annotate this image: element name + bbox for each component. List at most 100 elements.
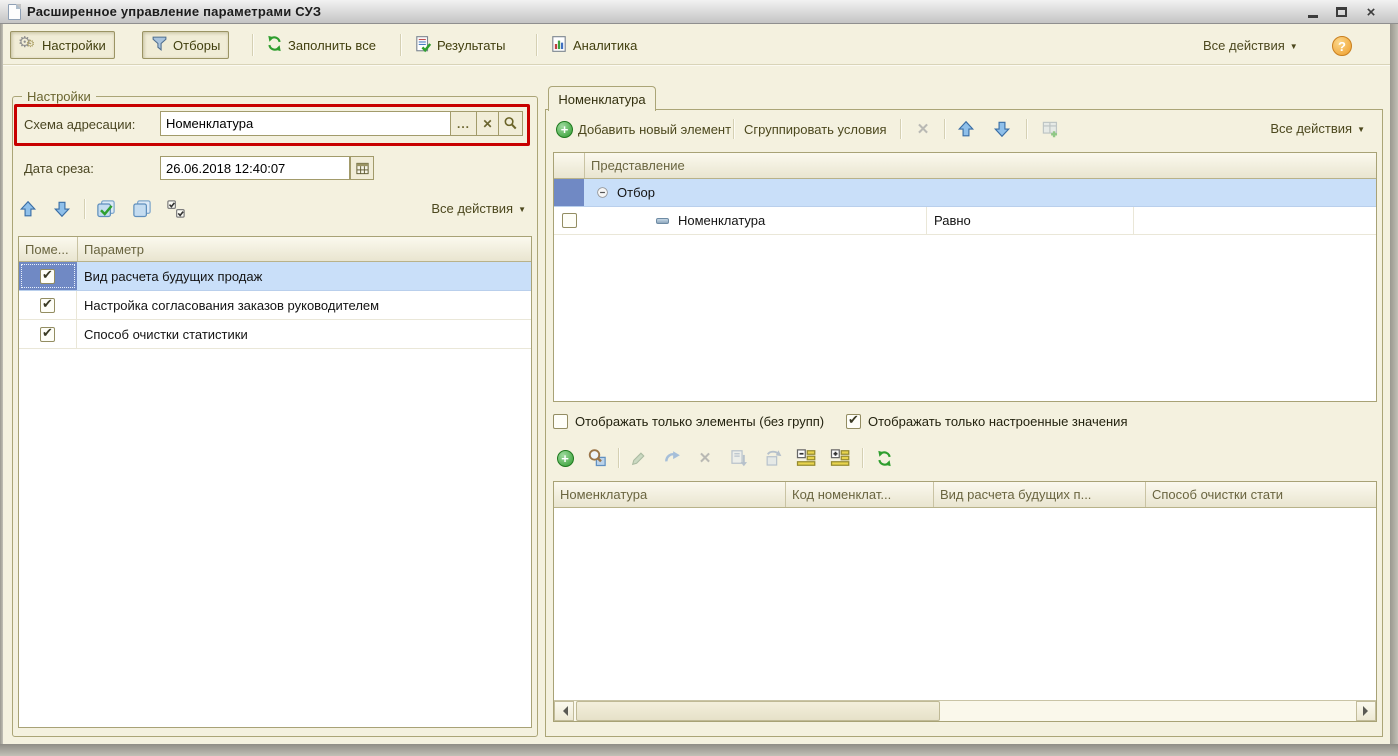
- collapse-all-button[interactable]: [794, 446, 818, 470]
- all-actions-top[interactable]: Все действия▼: [1203, 38, 1298, 53]
- add-element-button[interactable]: + Добавить новый элемент: [552, 115, 735, 143]
- only-configured-label: Отображать только настроенные значения: [868, 414, 1128, 429]
- all-actions-filter[interactable]: Все действия▼: [1230, 121, 1365, 136]
- column-header[interactable]: Код номенклат...: [786, 482, 933, 507]
- move-down-button[interactable]: [50, 197, 74, 221]
- column-header-mark[interactable]: Поме...: [19, 237, 77, 261]
- horizontal-scrollbar[interactable]: [554, 700, 1376, 721]
- scrollbar-track[interactable]: [940, 701, 1356, 721]
- analytics-icon: [550, 35, 568, 56]
- maximize-button[interactable]: [1330, 2, 1352, 22]
- condition-down-button[interactable]: [990, 117, 1014, 141]
- parameters-table: Поме... Параметр Вид расчета будущих про…: [18, 236, 532, 728]
- row-checkbox[interactable]: [40, 327, 55, 342]
- app-window: Расширенное управление параметрами СУЗ ×…: [0, 0, 1398, 756]
- group-conditions-button[interactable]: Сгруппировать условия: [740, 115, 891, 143]
- filters-toolbar-button[interactable]: Отборы: [142, 31, 229, 59]
- scrollbar-thumb[interactable]: [576, 701, 940, 721]
- copy-down-button[interactable]: [726, 446, 750, 470]
- toolbar-separator: [900, 119, 901, 139]
- values-table: Номенклатура Код номенклат... Вид расчет…: [553, 481, 1377, 722]
- column-header[interactable]: Номенклатура: [554, 482, 785, 507]
- scroll-right-button[interactable]: [1356, 701, 1376, 721]
- find-icon: [587, 448, 607, 468]
- set-value-button[interactable]: [660, 446, 684, 470]
- delete-condition-button[interactable]: ✕: [912, 117, 934, 141]
- all-actions-settings[interactable]: Все действия▼: [396, 201, 526, 216]
- row-checkbox[interactable]: [40, 269, 55, 284]
- delete-value-button[interactable]: ✕: [694, 446, 716, 470]
- param-cell[interactable]: Вид расчета будущих продаж: [77, 262, 269, 290]
- scheme-select-button[interactable]: ...: [451, 111, 477, 136]
- arrow-down-icon: [53, 200, 71, 218]
- slice-date-input[interactable]: 26.06.2018 12:40:07: [160, 156, 350, 180]
- tree-group-label: Отбор: [617, 185, 655, 200]
- redo-icon: [663, 449, 681, 467]
- document-icon: [8, 4, 21, 20]
- only-configured-option[interactable]: Отображать только настроенные значения: [846, 414, 1128, 429]
- refresh-button[interactable]: [872, 446, 896, 470]
- mark-cell[interactable]: [19, 291, 77, 319]
- row-checkbox[interactable]: [40, 298, 55, 313]
- help-button[interactable]: ?: [1332, 36, 1352, 56]
- mark-cell[interactable]: [19, 320, 77, 348]
- add-icon: +: [556, 121, 573, 138]
- column-header-param[interactable]: Параметр: [78, 237, 531, 261]
- search-icon: [503, 116, 518, 131]
- param-cell[interactable]: Настройка согласования заказов руководит…: [77, 291, 386, 319]
- calendar-button[interactable]: [350, 156, 374, 180]
- toolbar-separator: [400, 34, 401, 56]
- value-cell[interactable]: [1134, 207, 1376, 234]
- add-group-button[interactable]: [1038, 117, 1062, 141]
- only-items-option[interactable]: Отображать только элементы (без групп): [553, 414, 824, 429]
- minimize-button[interactable]: [1302, 2, 1324, 22]
- filter-tree-table: Представление Отбор Номенклатура Равно: [553, 152, 1377, 402]
- funnel-icon: [151, 35, 168, 55]
- scheme-clear-button[interactable]: ✕: [477, 111, 499, 136]
- toolbar-separator: [944, 119, 945, 139]
- add-value-button[interactable]: +: [553, 446, 577, 470]
- close-button[interactable]: ×: [1360, 2, 1382, 22]
- scheme-input[interactable]: Номенклатура: [160, 111, 451, 136]
- mark-cell[interactable]: [19, 262, 77, 290]
- only-items-checkbox[interactable]: [553, 414, 568, 429]
- analytics-button[interactable]: Аналитика: [542, 31, 645, 59]
- check-all-button[interactable]: [94, 197, 118, 221]
- arrow-up-icon: [957, 120, 975, 138]
- condition-cell[interactable]: Равно: [927, 207, 1133, 234]
- tab-nomenklatura[interactable]: Номенклатура: [548, 86, 656, 111]
- expand-all-button[interactable]: [828, 446, 852, 470]
- table-row[interactable]: Вид расчета будущих продаж: [19, 262, 531, 291]
- param-cell[interactable]: Способ очистки статистики: [77, 320, 255, 348]
- tree-minus-icon[interactable]: [596, 186, 609, 199]
- uncheck-all-button[interactable]: [130, 197, 154, 221]
- invert-check-button[interactable]: [164, 197, 188, 221]
- toolbar-separator: [733, 119, 734, 139]
- column-header[interactable]: Вид расчета будущих п...: [934, 482, 1145, 507]
- scheme-label: Схема адресации:: [24, 117, 135, 132]
- fill-all-button[interactable]: Заполнить все: [258, 31, 384, 59]
- tree-row-group[interactable]: Отбор: [554, 179, 1376, 207]
- collapse-icon: [796, 448, 816, 468]
- move-up-button[interactable]: [16, 197, 40, 221]
- copy-up-button[interactable]: [760, 446, 784, 470]
- condition-up-button[interactable]: [954, 117, 978, 141]
- item-dash-icon: [656, 218, 669, 224]
- toolbar-separator: [1026, 119, 1027, 139]
- table-row[interactable]: Настройка согласования заказов руководит…: [19, 291, 531, 320]
- use-condition-checkbox[interactable]: [562, 213, 577, 228]
- results-button[interactable]: Результаты: [406, 31, 513, 59]
- toolbar-separator: [536, 34, 537, 56]
- table-row[interactable]: Способ очистки статистики: [19, 320, 531, 349]
- edit-button[interactable]: [626, 446, 650, 470]
- find-button[interactable]: [585, 446, 609, 470]
- scroll-left-icon: [558, 706, 568, 716]
- scheme-search-button[interactable]: [499, 111, 523, 136]
- settings-toolbar-button[interactable]: ⚙ ⚙ Настройки: [10, 31, 115, 59]
- column-header-presentation[interactable]: Представление: [585, 153, 1376, 178]
- toolbar-separator: [618, 448, 619, 468]
- column-header[interactable]: Способ очистки стати: [1146, 482, 1376, 507]
- scroll-left-button[interactable]: [554, 701, 574, 721]
- only-configured-checkbox[interactable]: [846, 414, 861, 429]
- tree-row-item[interactable]: Номенклатура Равно: [554, 207, 1376, 235]
